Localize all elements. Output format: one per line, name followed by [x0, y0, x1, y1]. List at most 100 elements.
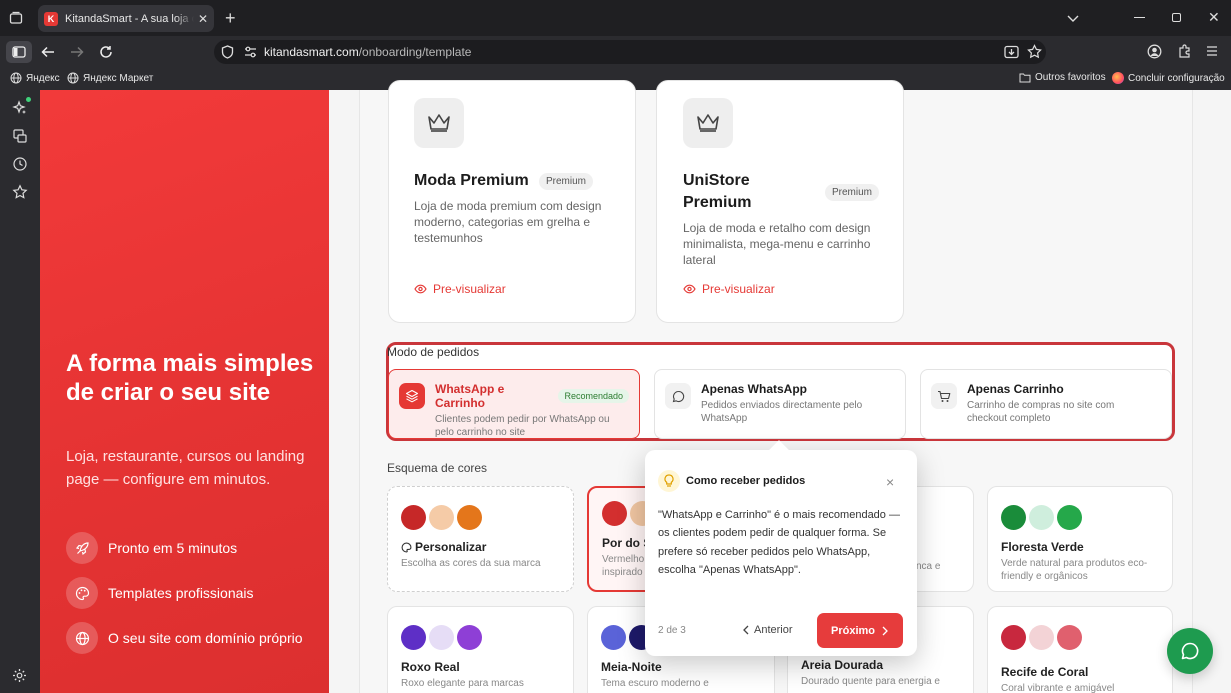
- chevron-left-icon: [743, 625, 749, 635]
- bookmark-other-favorites[interactable]: Outros favoritos: [1019, 72, 1106, 83]
- eye-icon: [683, 284, 696, 294]
- preview-label: Pre-visualizar: [702, 282, 775, 296]
- color-card-custom[interactable]: Personalizar Escolha as cores da sua mar…: [387, 486, 574, 592]
- color-swatch: [401, 505, 426, 530]
- preview-link[interactable]: Pre-visualizar: [683, 282, 775, 296]
- crown-icon: [414, 98, 464, 148]
- back-label: Anterior: [754, 624, 793, 636]
- color-name: Meia-Noite: [601, 660, 662, 674]
- preview-label: Pre-visualizar: [433, 282, 506, 296]
- chat-bubble-icon: [665, 383, 691, 409]
- globe-icon: [67, 72, 79, 84]
- close-tab-icon[interactable]: ✕: [198, 12, 208, 26]
- bookmark-yandex-market[interactable]: Яндекс Маркет: [67, 72, 153, 84]
- premium-badge: Premium: [825, 184, 880, 201]
- color-scheme-label: Esquema de cores: [387, 461, 488, 475]
- ai-sparkle-icon[interactable]: [12, 100, 28, 116]
- extensions-icon[interactable]: [1177, 44, 1192, 59]
- color-description: Verde natural para produtos eco-friendly…: [1001, 558, 1148, 582]
- minimize-icon[interactable]: [1134, 17, 1145, 18]
- bookmark-star-icon[interactable]: [1027, 44, 1042, 59]
- menu-icon[interactable]: [1206, 44, 1218, 58]
- color-swatch: [457, 625, 482, 650]
- template-name: UniStore Premium: [683, 172, 752, 211]
- preview-link[interactable]: Pre-visualizar: [414, 282, 506, 296]
- history-icon[interactable]: [12, 156, 28, 172]
- color-name: Floresta Verde: [1001, 540, 1084, 554]
- order-option-whatsapp-cart[interactable]: WhatsApp e Carrinho Recomendado Clientes …: [388, 369, 640, 439]
- install-app-icon[interactable]: [1004, 45, 1019, 59]
- color-swatch: [1029, 505, 1054, 530]
- option-title: Apenas WhatsApp: [701, 382, 808, 396]
- url-text: kitandasmart.com/onboarding/template: [264, 45, 472, 59]
- color-description: Escolha as cores da sua marca: [401, 558, 541, 569]
- tour-body: "WhatsApp e Carrinho" é o mais recomenda…: [658, 509, 900, 577]
- bookmark-label: Concluir configuração: [1128, 72, 1225, 84]
- globe-icon: [66, 622, 98, 654]
- bookmarks-star-icon[interactable]: [12, 184, 28, 200]
- color-swatch: [1029, 625, 1054, 650]
- browser-tab[interactable]: K KitandaSmart - A sua loja online ✕: [38, 5, 214, 32]
- eye-icon: [414, 284, 427, 294]
- color-name: Roxo Real: [401, 660, 460, 674]
- color-swatch: [1057, 505, 1082, 530]
- option-title: WhatsApp e Carrinho: [435, 382, 505, 410]
- bookmark-finish-setup[interactable]: Concluir configuração: [1112, 72, 1225, 84]
- color-description: Roxo elegante para marcas: [401, 678, 524, 689]
- template-name: Moda Premium: [414, 172, 529, 189]
- rocket-icon: [66, 532, 98, 564]
- feature-label: Pronto em 5 minutos: [108, 540, 238, 556]
- restore-icon[interactable]: [1172, 13, 1181, 22]
- feature-item: O seu site com domínio próprio: [66, 622, 303, 654]
- new-tab-button[interactable]: +: [225, 8, 236, 29]
- lightbulb-icon: [658, 470, 680, 492]
- tab-list-chevron-icon[interactable]: [1066, 11, 1080, 25]
- order-option-cart-only[interactable]: Apenas Carrinho Carrinho de compras no s…: [920, 369, 1172, 439]
- sidebar-toggle-icon[interactable]: [6, 41, 32, 63]
- close-window-icon[interactable]: ✕: [1208, 9, 1220, 26]
- next-label: Próximo: [830, 624, 875, 637]
- close-icon[interactable]: ×: [886, 474, 894, 490]
- color-description: Dourado quente para energia e: [801, 676, 940, 687]
- folder-icon: [1019, 73, 1031, 83]
- synced-tabs-icon[interactable]: [12, 128, 28, 144]
- forward-icon[interactable]: [70, 45, 84, 59]
- color-swatch: [601, 625, 626, 650]
- color-description: Tema escuro moderno e: [601, 678, 709, 689]
- color-name: Personalizar: [415, 540, 487, 554]
- recommended-badge: Recomendado: [558, 389, 629, 403]
- tab-actions-icon[interactable]: [9, 11, 23, 25]
- chat-bubble-icon: [1181, 642, 1199, 660]
- option-title: Apenas Carrinho: [967, 382, 1064, 396]
- tour-next-button[interactable]: Próximo: [817, 613, 903, 648]
- back-icon[interactable]: [41, 45, 55, 59]
- color-card-recife-de-coral[interactable]: Recife de Coral Coral vibrante e amigáve…: [987, 606, 1173, 693]
- color-swatch: [1001, 625, 1026, 650]
- site-settings-icon[interactable]: [244, 46, 257, 58]
- bookmark-label: Outros favoritos: [1035, 72, 1106, 83]
- option-description: Clientes podem pedir por WhatsApp ou pel…: [435, 414, 610, 438]
- color-swatch: [401, 625, 426, 650]
- layers-icon: [399, 383, 425, 409]
- color-swatch: [1001, 505, 1026, 530]
- shield-icon[interactable]: [221, 45, 234, 59]
- browser-sidebar: [0, 90, 40, 693]
- account-icon[interactable]: [1147, 44, 1162, 59]
- color-card-floresta-verde[interactable]: Floresta Verde Verde natural para produt…: [987, 486, 1173, 592]
- reload-icon[interactable]: [99, 45, 113, 59]
- hero-subtitle: Loja, restaurante, cursos ou landing pag…: [66, 448, 305, 488]
- whatsapp-chat-button[interactable]: [1167, 628, 1213, 674]
- tour-back-button[interactable]: Anterior: [742, 624, 793, 636]
- order-option-whatsapp-only[interactable]: Apenas WhatsApp Pedidos enviados directa…: [654, 369, 906, 439]
- color-description: Vermelho inspirado: [602, 554, 645, 578]
- color-card-roxo-real[interactable]: Roxo Real Roxo elegante para marcas: [387, 606, 574, 693]
- feature-label: Templates profissionais: [108, 585, 254, 601]
- cart-icon: [931, 383, 957, 409]
- bookmark-yandex[interactable]: Яндекс: [10, 72, 60, 84]
- color-swatch: [429, 505, 454, 530]
- sidebar-settings-gear-icon[interactable]: [12, 668, 27, 683]
- template-description: Loja de moda e retalho com design minima…: [683, 221, 871, 267]
- globe-icon: [10, 72, 22, 84]
- tour-step-counter: 2 de 3: [658, 625, 686, 636]
- color-description: Coral vibrante e amigável: [1001, 683, 1115, 693]
